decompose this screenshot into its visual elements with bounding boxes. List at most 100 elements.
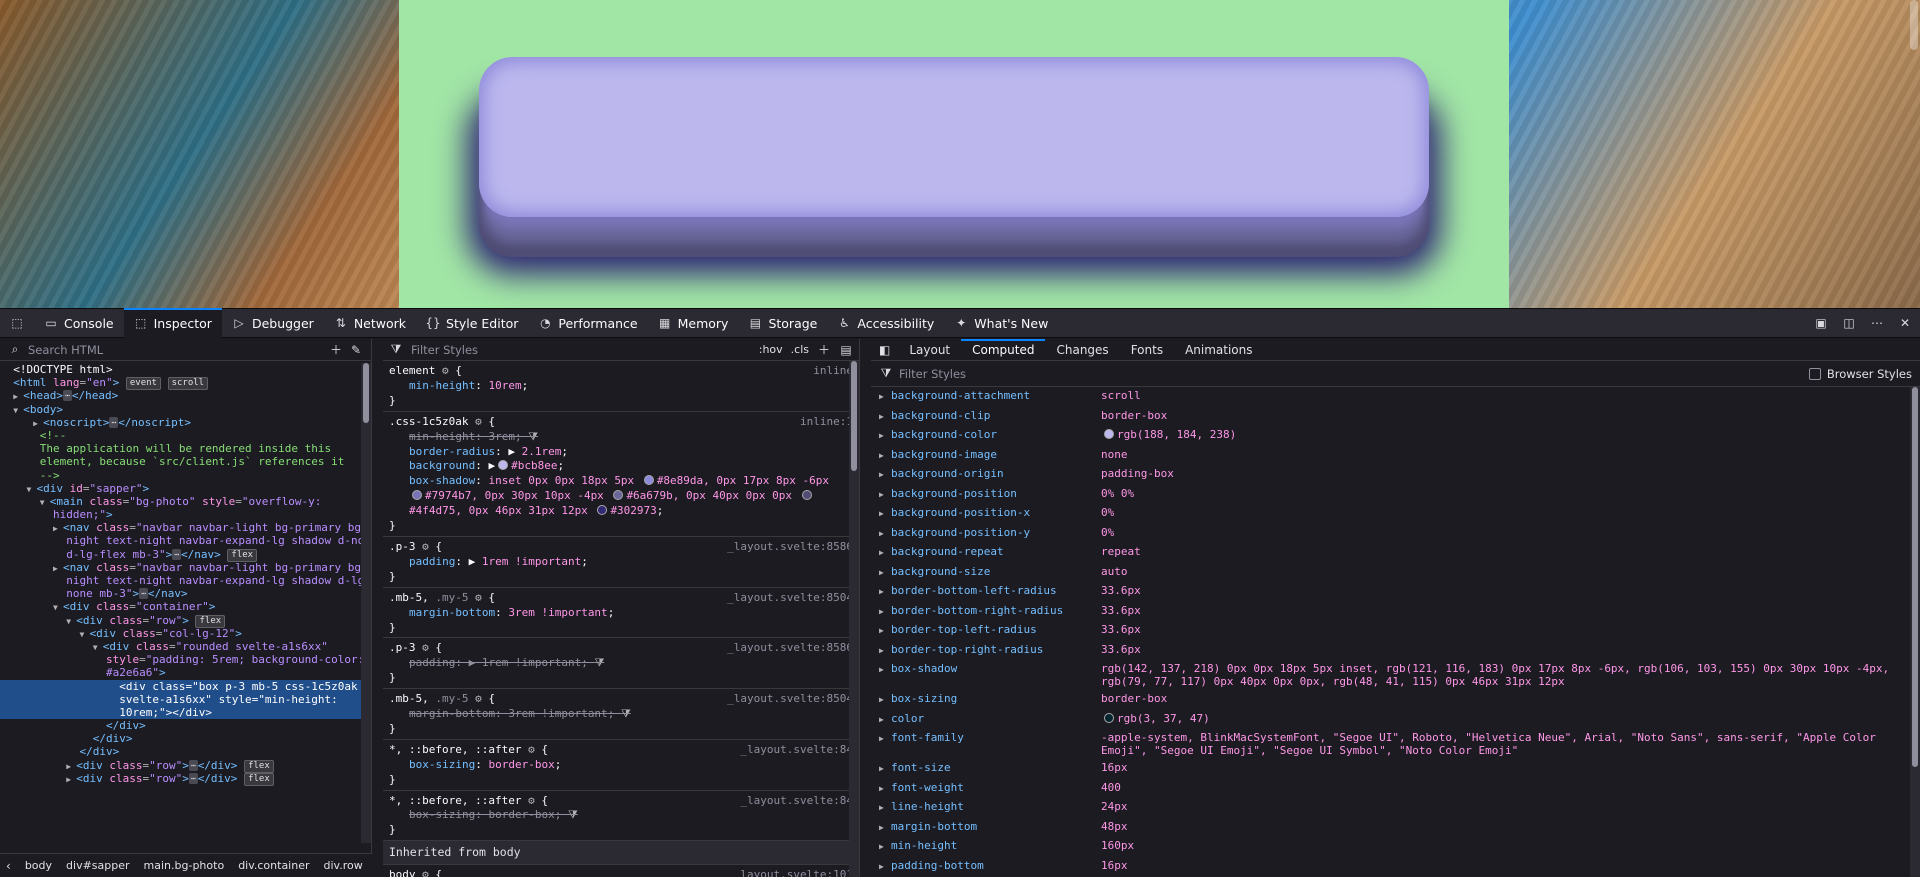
tree-line[interactable]: ▶ <head> ⋯ </head> bbox=[0, 389, 371, 402]
expand-arrow-icon[interactable]: ▶ bbox=[879, 409, 891, 425]
expand-arrow-icon[interactable]: ▶ bbox=[879, 584, 891, 600]
computed-property-row[interactable]: ▶ border-top-left-radius 33.6px bbox=[871, 621, 1920, 641]
computed-property-row[interactable]: ▶ min-height 160px bbox=[871, 837, 1920, 857]
add-rule-icon[interactable]: ＋ bbox=[817, 343, 831, 357]
tree-line[interactable]: </div> bbox=[0, 719, 371, 732]
computed-property-row[interactable]: ▶ box-shadow rgb(142, 137, 218) 0px 0px 18… bbox=[871, 660, 1920, 690]
tab-accessibility[interactable]: ♿ Accessibility bbox=[827, 309, 944, 338]
close-icon[interactable]: ✕ bbox=[1898, 316, 1912, 330]
expand-arrow-icon[interactable]: ▶ bbox=[879, 761, 891, 777]
toggle-sidebar-icon[interactable]: ◧ bbox=[871, 339, 898, 361]
hov-toggle[interactable]: :hov bbox=[759, 343, 783, 356]
tree-line[interactable]: ▼ <body> bbox=[0, 403, 371, 416]
expand-arrow-icon[interactable]: ▶ bbox=[879, 623, 891, 639]
computed-filter-input[interactable]: Filter Styles bbox=[899, 367, 966, 381]
computed-property-row[interactable]: ▶ background-position-x 0% bbox=[871, 504, 1920, 524]
tab-debugger[interactable]: ▷ Debugger bbox=[222, 309, 324, 338]
tree-line[interactable]: element, because `src/client.js` referen… bbox=[0, 455, 371, 468]
breadcrumb-item[interactable]: div#sapper bbox=[66, 859, 130, 872]
tree-line[interactable]: ▼ <div class="row"> flex bbox=[0, 614, 371, 628]
expand-arrow-icon[interactable]: ▶ bbox=[879, 428, 891, 444]
screenshot-icon[interactable]: ▣ bbox=[1814, 316, 1828, 330]
expand-arrow-icon[interactable]: ▶ bbox=[879, 506, 891, 522]
computed-property-row[interactable]: ▶ background-position 0% 0% bbox=[871, 485, 1920, 505]
computed-property-row[interactable]: ▶ background-color rgb(188, 184, 238) bbox=[871, 426, 1920, 446]
expand-arrow-icon[interactable]: ▶ bbox=[879, 643, 891, 659]
print-media-icon[interactable]: ▤ bbox=[839, 343, 853, 357]
expand-arrow-icon[interactable]: ▶ bbox=[879, 712, 891, 728]
breadcrumb-item[interactable]: div.container bbox=[238, 859, 309, 872]
computed-property-row[interactable]: ▶ line-height 24px bbox=[871, 798, 1920, 818]
tree-line[interactable]: style="padding: 5rem; background-color: bbox=[0, 653, 371, 666]
tree-line[interactable]: <html lang="en"> event scroll bbox=[0, 376, 371, 391]
tab-style-editor[interactable]: {} Style Editor bbox=[416, 309, 528, 338]
tree-line[interactable]: <!-- bbox=[0, 429, 371, 442]
expand-arrow-icon[interactable]: ▶ bbox=[879, 839, 891, 855]
computed-property-row[interactable]: ▶ background-repeat repeat bbox=[871, 543, 1920, 563]
computed-property-row[interactable]: ▶ box-sizing border-box bbox=[871, 690, 1920, 710]
breadcrumb-item[interactable]: div.row bbox=[324, 859, 363, 872]
computed-property-row[interactable]: ▶ border-bottom-right-radius 33.6px bbox=[871, 602, 1920, 622]
tree-line[interactable]: <!DOCTYPE html> bbox=[0, 363, 371, 376]
computed-property-row[interactable]: ▶ color rgb(3, 37, 47) bbox=[871, 710, 1920, 730]
color-swatch[interactable] bbox=[1104, 429, 1114, 439]
computed-property-row[interactable]: ▶ font-family -apple-system, BlinkMacSyste… bbox=[871, 729, 1920, 759]
computed-property-row[interactable]: ▶ background-origin padding-box bbox=[871, 465, 1920, 485]
breadcrumb-back-icon[interactable]: ‹ bbox=[6, 859, 11, 873]
computed-property-row[interactable]: ▶ font-size 16px bbox=[871, 759, 1920, 779]
tree-line[interactable]: #a2e6a6"> bbox=[0, 666, 371, 679]
color-swatch[interactable] bbox=[1104, 712, 1114, 723]
breadcrumb-item[interactable]: body bbox=[25, 859, 52, 872]
computed-property-row[interactable]: ▶ border-top-right-radius 33.6px bbox=[871, 641, 1920, 661]
tree-line[interactable]: --> bbox=[0, 469, 371, 482]
expand-arrow-icon[interactable]: ▶ bbox=[879, 467, 891, 483]
expand-arrow-icon[interactable]: ▶ bbox=[879, 731, 891, 747]
search-html-input[interactable]: Search HTML bbox=[28, 343, 323, 357]
tab-performance[interactable]: ◔ Performance bbox=[528, 309, 647, 338]
tree-line[interactable]: </div> bbox=[0, 732, 371, 745]
rules-scrollbar[interactable] bbox=[849, 361, 859, 877]
expand-arrow-icon[interactable]: ▶ bbox=[879, 448, 891, 464]
tab-inspector[interactable]: ⬚ Inspector bbox=[123, 307, 223, 338]
tab-fonts[interactable]: Fonts bbox=[1120, 339, 1174, 361]
tree-line[interactable]: night text-night navbar-expand-lg shadow… bbox=[0, 574, 371, 587]
add-node-icon[interactable]: ＋ bbox=[329, 343, 343, 357]
computed-property-row[interactable]: ▶ background-size auto bbox=[871, 563, 1920, 583]
filter-styles-input[interactable]: Filter Styles bbox=[411, 343, 478, 357]
expand-arrow-icon[interactable]: ▶ bbox=[879, 662, 891, 678]
tab-animations[interactable]: Animations bbox=[1174, 339, 1263, 361]
tree-line-selected[interactable]: svelte-a1s6xx" style="min-height: bbox=[0, 692, 371, 706]
expand-arrow-icon[interactable]: ▶ bbox=[879, 820, 891, 836]
tree-line[interactable]: ▶ <noscript> ⋯ </noscript> bbox=[0, 416, 371, 429]
breadcrumb-item[interactable]: main.bg-photo bbox=[144, 859, 225, 872]
computed-property-row[interactable]: ▶ padding-bottom 16px bbox=[871, 857, 1920, 877]
computed-scrollbar[interactable] bbox=[1910, 387, 1920, 877]
tree-line[interactable]: ▶ <nav class="navbar navbar-light bg-prim… bbox=[0, 521, 371, 534]
tree-line-selected[interactable]: 10rem;"></div> bbox=[0, 705, 371, 720]
tree-line[interactable]: ▼ <div class="rounded svelte-a1s6xx" bbox=[0, 640, 371, 653]
tree-line[interactable]: ▼ <div id="sapper"> bbox=[0, 482, 371, 495]
tab-computed[interactable]: Computed bbox=[961, 339, 1046, 361]
tab-changes[interactable]: Changes bbox=[1045, 339, 1119, 361]
tree-line[interactable]: hidden;"> bbox=[0, 508, 371, 521]
tab-network[interactable]: ⇅ Network bbox=[324, 309, 416, 338]
tab-what-s-new[interactable]: ✦ What's New bbox=[944, 309, 1058, 338]
dock-side-icon[interactable]: ◫ bbox=[1842, 316, 1856, 330]
tree-line[interactable]: ▼ <div class="container"> bbox=[0, 600, 371, 613]
tree-line[interactable]: ▼ <main class="bg-photo" style="overflow-… bbox=[0, 495, 371, 508]
tree-line[interactable]: ▶ <div class="row"> ⋯ </div> flex bbox=[0, 772, 371, 786]
expand-arrow-icon[interactable]: ▶ bbox=[879, 692, 891, 708]
tree-line[interactable]: ▶ <nav class="navbar navbar-light bg-prim… bbox=[0, 561, 371, 574]
eyedropper-icon[interactable]: ✎ bbox=[349, 343, 363, 357]
tab-layout[interactable]: Layout bbox=[898, 339, 961, 361]
expand-arrow-icon[interactable]: ▶ bbox=[879, 389, 891, 405]
expand-arrow-icon[interactable]: ▶ bbox=[879, 781, 891, 797]
tree-line[interactable]: The application will be rendered inside … bbox=[0, 442, 371, 455]
tab-console[interactable]: ▭ Console bbox=[34, 309, 124, 338]
inspected-box-element[interactable] bbox=[479, 57, 1429, 217]
expand-arrow-icon[interactable]: ▶ bbox=[879, 800, 891, 816]
more-options-icon[interactable]: ⋯ bbox=[1870, 316, 1884, 330]
computed-property-row[interactable]: ▶ background-attachment scroll bbox=[871, 387, 1920, 407]
tree-line-selected[interactable]: <div class="box p-3 mb-5 css-1c5z0ak bbox=[0, 679, 371, 693]
tree-line[interactable]: </div> bbox=[0, 745, 371, 758]
